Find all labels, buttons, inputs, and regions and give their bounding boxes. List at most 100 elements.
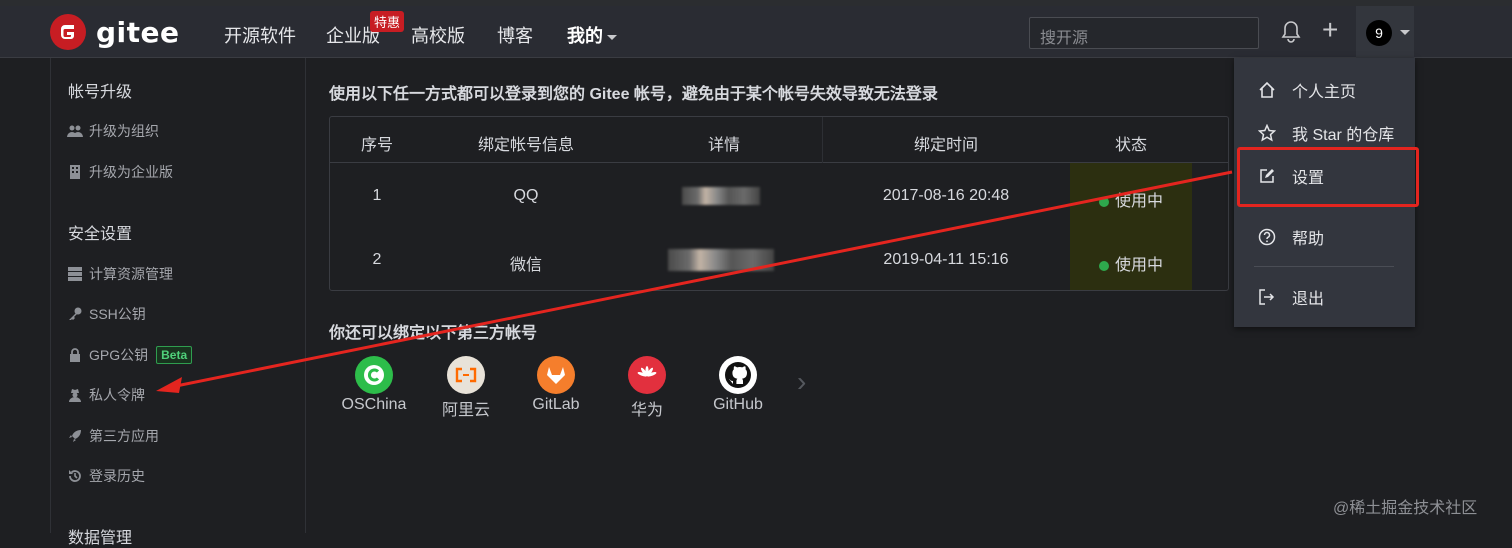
col-header-time: 绑定时间	[913, 137, 978, 154]
sidebar-item-label: 计算资源管理	[89, 266, 173, 282]
watermark: @稀土掘金技术社区	[1333, 500, 1478, 517]
sidebar-item-ssh-keys[interactable]: SSH公钥	[67, 304, 146, 324]
section-title-data: 数据管理	[68, 530, 133, 547]
sidebar-item-upgrade-org[interactable]: 升级为组织	[67, 121, 159, 141]
row-time: 2017-08-16 20:48	[882, 187, 1010, 204]
sidebar-item-third-party-apps[interactable]: 第三方应用	[67, 426, 159, 446]
gitee-logo[interactable]: gitee	[50, 14, 180, 50]
group-icon	[67, 124, 83, 138]
top-navbar: gitee 开源软件 企业版 特惠 高校版 博客 我的 搜开源 + 9	[0, 6, 1512, 58]
provider-label: GitLab	[532, 396, 580, 413]
gitlab-icon	[537, 356, 575, 394]
bound-accounts-table: 序号 绑定帐号信息 详情 绑定时间 状态 1 QQ 2017-08-16 20:…	[329, 116, 1229, 291]
help-icon	[1256, 228, 1278, 246]
settings-sidebar: 帐号升级 升级为组织 升级为企业版 安全设置 计算资源管理 SSH公钥 GPG公…	[50, 58, 306, 547]
status-text: 使用中	[1114, 257, 1163, 274]
menu-item-label: 帮助	[1292, 231, 1325, 248]
settings-annotation-box	[1237, 147, 1419, 207]
provider-oschina[interactable]: OSChina	[334, 356, 414, 414]
col-header-status: 状态	[1114, 137, 1147, 154]
row-account: 微信	[509, 257, 542, 274]
sidebar-item-label: 私人令牌	[89, 387, 145, 403]
sidebar-item-login-history[interactable]: 登录历史	[67, 466, 145, 486]
menu-item-logout[interactable]: 退出	[1234, 277, 1415, 317]
redacted-detail	[682, 187, 760, 205]
bind-section-title: 你还可以绑定以下第三方帐号	[329, 325, 538, 342]
status-dot-icon	[1098, 260, 1109, 271]
provider-aliyun[interactable]: 阿里云	[426, 356, 506, 420]
user-menu-toggle[interactable]: 9	[1356, 6, 1414, 58]
page-title: 使用以下任一方式都可以登录到您的 Gitee 帐号，避免由于某个帐号失效导致无法…	[329, 86, 938, 103]
bell-icon[interactable]	[1280, 20, 1302, 49]
sidebar-item-label: 登录历史	[89, 468, 145, 484]
key-icon	[67, 307, 83, 321]
oschina-icon	[355, 356, 393, 394]
logo-text: gitee	[96, 15, 180, 49]
gitee-logo-icon	[50, 14, 86, 50]
building-icon	[67, 165, 83, 179]
status-badge: 使用中	[1070, 251, 1192, 275]
row-time: 2019-04-11 15:16	[883, 251, 1009, 268]
github-icon	[719, 356, 757, 394]
provider-label: 华为	[630, 402, 663, 419]
sidebar-item-upgrade-enterprise[interactable]: 升级为企业版	[67, 162, 173, 182]
search-input[interactable]: 搜开源	[1029, 17, 1259, 49]
provider-label: GitHub	[713, 396, 763, 413]
col-header-account: 绑定帐号信息	[477, 137, 574, 154]
chevron-right-icon[interactable]: ›	[797, 366, 806, 398]
plus-icon[interactable]: +	[1322, 16, 1338, 44]
nav-mine-label: 我的	[567, 26, 603, 46]
menu-item-profile[interactable]: 个人主页	[1234, 70, 1415, 110]
beta-badge: Beta	[156, 346, 193, 364]
table-row: 1 QQ 2017-08-16 20:48 使用中	[330, 163, 1228, 227]
sidebar-item-label: GPG公钥	[89, 347, 149, 363]
table-row: 2 微信 2019-04-11 15:16 使用中	[330, 227, 1228, 290]
nav-education[interactable]: 高校版	[411, 22, 465, 48]
chevron-down-icon	[607, 34, 617, 40]
rocket-icon	[67, 429, 83, 443]
redacted-detail	[668, 249, 774, 271]
nav-mine[interactable]: 我的	[567, 22, 617, 48]
menu-item-label: 个人主页	[1292, 84, 1357, 101]
row-index: 1	[372, 187, 382, 204]
col-header-index: 序号	[360, 137, 393, 154]
status-badge: 使用中	[1070, 187, 1192, 211]
sidebar-item-label: 升级为企业版	[89, 164, 173, 180]
star-icon	[1256, 124, 1278, 142]
sidebar-item-label: 第三方应用	[89, 428, 159, 444]
logout-icon	[1256, 288, 1278, 306]
user-secret-icon	[67, 388, 83, 402]
nav-open-source[interactable]: 开源软件	[224, 22, 296, 48]
status-dot-icon	[1098, 196, 1109, 207]
nav-blog[interactable]: 博客	[497, 22, 533, 48]
menu-item-label: 退出	[1292, 291, 1325, 308]
huawei-icon	[628, 356, 666, 394]
provider-label: OSChina	[341, 396, 407, 413]
sidebar-item-personal-tokens[interactable]: 私人令牌	[67, 385, 145, 405]
provider-github[interactable]: GitHub	[698, 356, 778, 414]
section-title-upgrade: 帐号升级	[68, 84, 133, 101]
home-icon	[1256, 81, 1278, 99]
sidebar-item-label: SSH公钥	[89, 306, 146, 322]
sidebar-item-gpg-keys[interactable]: GPG公钥 Beta	[67, 345, 193, 365]
col-header-detail: 详情	[707, 137, 740, 154]
provider-huawei[interactable]: 华为	[607, 356, 687, 420]
table-header: 序号 绑定帐号信息 详情 绑定时间 状态	[330, 117, 1228, 163]
row-index: 2	[372, 251, 382, 268]
chevron-down-icon	[1400, 30, 1410, 35]
provider-label: 阿里云	[441, 402, 490, 419]
section-title-security: 安全设置	[68, 226, 133, 243]
lock-icon	[67, 348, 83, 362]
sidebar-item-compute-resources[interactable]: 计算资源管理	[67, 264, 173, 284]
history-icon	[67, 469, 83, 483]
server-icon	[67, 267, 83, 281]
menu-item-label: 我 Star 的仓库	[1292, 127, 1395, 144]
row-account: QQ	[513, 187, 539, 204]
status-text: 使用中	[1114, 193, 1163, 210]
provider-gitlab[interactable]: GitLab	[516, 356, 596, 414]
avatar: 9	[1366, 20, 1392, 46]
aliyun-icon	[447, 356, 485, 394]
menu-divider	[1254, 266, 1394, 267]
menu-item-help[interactable]: 帮助	[1234, 217, 1415, 257]
sidebar-item-label: 升级为组织	[89, 123, 159, 139]
